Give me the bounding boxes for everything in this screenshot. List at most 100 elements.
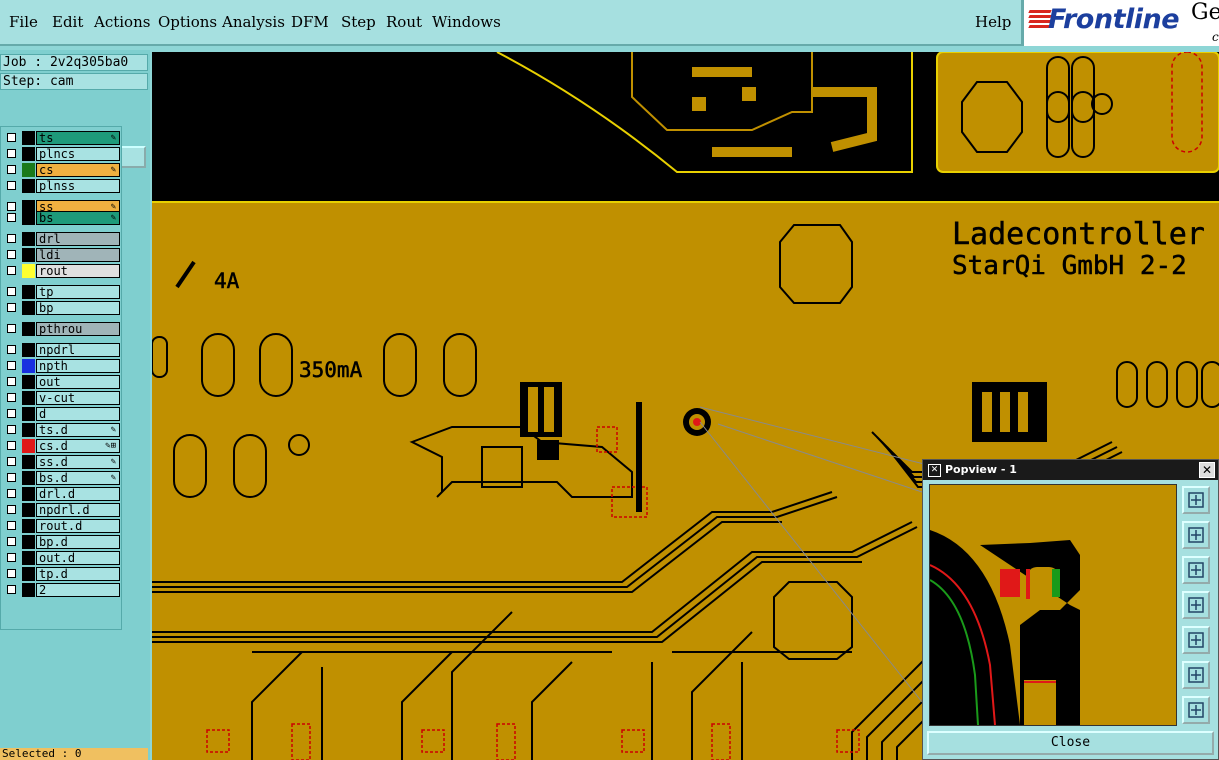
layer-color-swatch[interactable]	[22, 147, 35, 161]
layer-visibility-checkbox[interactable]	[7, 181, 16, 190]
layer-visibility-checkbox[interactable]	[7, 441, 16, 450]
layer-name-label[interactable]: ts.d ✎	[36, 423, 120, 437]
layer-visibility-checkbox[interactable]	[7, 521, 16, 530]
menu-file[interactable]: File	[9, 13, 38, 31]
layer-color-swatch[interactable]	[22, 391, 35, 405]
layer-name-label[interactable]: rout	[36, 264, 120, 278]
layer-color-swatch[interactable]	[22, 322, 35, 336]
layer-row-drl-d[interactable]: drl.d	[3, 487, 120, 501]
layer-row-rout[interactable]: rout	[3, 264, 120, 278]
layer-row-plnss[interactable]: plnss	[3, 179, 120, 193]
layer-name-label[interactable]: ldi	[36, 248, 120, 262]
layer-color-swatch[interactable]	[22, 179, 35, 193]
layer-name-label[interactable]: d	[36, 407, 120, 421]
pan-left-icon[interactable]	[1182, 591, 1210, 619]
layer-color-swatch[interactable]	[22, 359, 35, 373]
layer-name-label[interactable]: bs.d ✎	[36, 471, 120, 485]
layer-row-bp-d[interactable]: bp.d	[3, 535, 120, 549]
menu-dfm[interactable]: DFM	[291, 13, 329, 31]
layer-name-label[interactable]: pthrou	[36, 322, 120, 336]
layer-row-rout-d[interactable]: rout.d	[3, 519, 120, 533]
layer-color-swatch[interactable]	[22, 471, 35, 485]
layer-name-label[interactable]: cs.d ✎⊞	[36, 439, 120, 453]
layer-color-swatch[interactable]	[22, 583, 35, 597]
layer-color-swatch[interactable]	[22, 487, 35, 501]
layer-color-swatch[interactable]	[22, 551, 35, 565]
layer-visibility-checkbox[interactable]	[7, 266, 16, 275]
layer-visibility-checkbox[interactable]	[7, 303, 16, 312]
layer-row-d[interactable]: d	[3, 407, 120, 421]
layer-visibility-checkbox[interactable]	[7, 457, 16, 466]
layer-color-swatch[interactable]	[22, 375, 35, 389]
layer-row-npdrl[interactable]: npdrl	[3, 343, 120, 357]
layer-name-label[interactable]: bp.d	[36, 535, 120, 549]
layer-name-label[interactable]: rout.d	[36, 519, 120, 533]
layer-row-out[interactable]: out	[3, 375, 120, 389]
menu-windows[interactable]: Windows	[432, 13, 501, 31]
layer-row-tp-d[interactable]: tp.d	[3, 567, 120, 581]
layer-color-swatch[interactable]	[22, 264, 35, 278]
layer-name-label[interactable]: tp.d	[36, 567, 120, 581]
zoom-fit-icon[interactable]	[1182, 486, 1210, 514]
layer-visibility-checkbox[interactable]	[7, 585, 16, 594]
layer-color-swatch[interactable]	[22, 301, 35, 315]
layer-name-label[interactable]: npth	[36, 359, 120, 373]
layer-visibility-checkbox[interactable]	[7, 489, 16, 498]
zoom-out-icon[interactable]	[1182, 696, 1210, 724]
popview-canvas[interactable]	[929, 484, 1177, 726]
layer-color-swatch[interactable]	[22, 248, 35, 262]
layer-color-swatch[interactable]	[22, 211, 35, 225]
menu-options[interactable]: Options	[158, 13, 217, 31]
layer-color-swatch[interactable]	[22, 455, 35, 469]
layer-visibility-checkbox[interactable]	[7, 377, 16, 386]
popview-titlebar[interactable]: ✕ Popview - 1 ✕	[923, 460, 1218, 480]
layer-name-label[interactable]: out.d	[36, 551, 120, 565]
layer-visibility-checkbox[interactable]	[7, 324, 16, 333]
pan-up-icon[interactable]	[1182, 521, 1210, 549]
layer-name-label[interactable]: 2	[36, 583, 120, 597]
layer-row-npth[interactable]: npth	[3, 359, 120, 373]
layer-name-label[interactable]: npdrl	[36, 343, 120, 357]
menu-edit[interactable]: Edit	[52, 13, 83, 31]
layer-color-swatch[interactable]	[22, 407, 35, 421]
layer-name-label[interactable]: ts ✎	[36, 131, 120, 145]
layer-name-label[interactable]: drl.d	[36, 487, 120, 501]
layer-row-bs-d[interactable]: bs.d ✎	[3, 471, 120, 485]
layer-row-npdrl-d[interactable]: npdrl.d	[3, 503, 120, 517]
layer-name-label[interactable]: bs ✎	[36, 211, 120, 225]
layer-color-swatch[interactable]	[22, 285, 35, 299]
layer-row-ts[interactable]: ts ✎	[3, 131, 120, 145]
zoom-in-icon[interactable]	[1182, 661, 1210, 689]
layer-color-swatch[interactable]	[22, 567, 35, 581]
layer-visibility-checkbox[interactable]	[7, 473, 16, 482]
window-menu-icon[interactable]: ✕	[928, 464, 941, 477]
layer-row-2[interactable]: 2	[3, 583, 120, 597]
layer-color-swatch[interactable]	[22, 343, 35, 357]
layer-name-label[interactable]: bp	[36, 301, 120, 315]
layer-color-swatch[interactable]	[22, 232, 35, 246]
layer-visibility-checkbox[interactable]	[7, 234, 16, 243]
layer-color-swatch[interactable]	[22, 131, 35, 145]
layer-row-pthrou[interactable]: pthrou	[3, 322, 120, 336]
menu-rout[interactable]: Rout	[386, 13, 422, 31]
layer-name-label[interactable]: drl	[36, 232, 120, 246]
layer-row-ss-d[interactable]: ss.d ✎	[3, 455, 120, 469]
layer-visibility-checkbox[interactable]	[7, 393, 16, 402]
layer-visibility-checkbox[interactable]	[7, 361, 16, 370]
layer-row-drl[interactable]: drl	[3, 232, 120, 246]
layer-name-label[interactable]: out	[36, 375, 120, 389]
layer-row-bs[interactable]: bs ✎	[3, 211, 120, 225]
layer-visibility-checkbox[interactable]	[7, 569, 16, 578]
layer-row-v-cut[interactable]: v-cut	[3, 391, 120, 405]
layer-name-label[interactable]: npdrl.d	[36, 503, 120, 517]
layer-name-label[interactable]: plnss	[36, 179, 120, 193]
layer-color-swatch[interactable]	[22, 535, 35, 549]
pan-down-icon[interactable]	[1182, 556, 1210, 584]
layer-color-swatch[interactable]	[22, 519, 35, 533]
layer-visibility-checkbox[interactable]	[7, 553, 16, 562]
layer-row-tp[interactable]: tp	[3, 285, 120, 299]
layer-color-swatch[interactable]	[22, 423, 35, 437]
layer-color-swatch[interactable]	[22, 439, 35, 453]
layer-name-label[interactable]: plncs	[36, 147, 120, 161]
layer-visibility-checkbox[interactable]	[7, 409, 16, 418]
